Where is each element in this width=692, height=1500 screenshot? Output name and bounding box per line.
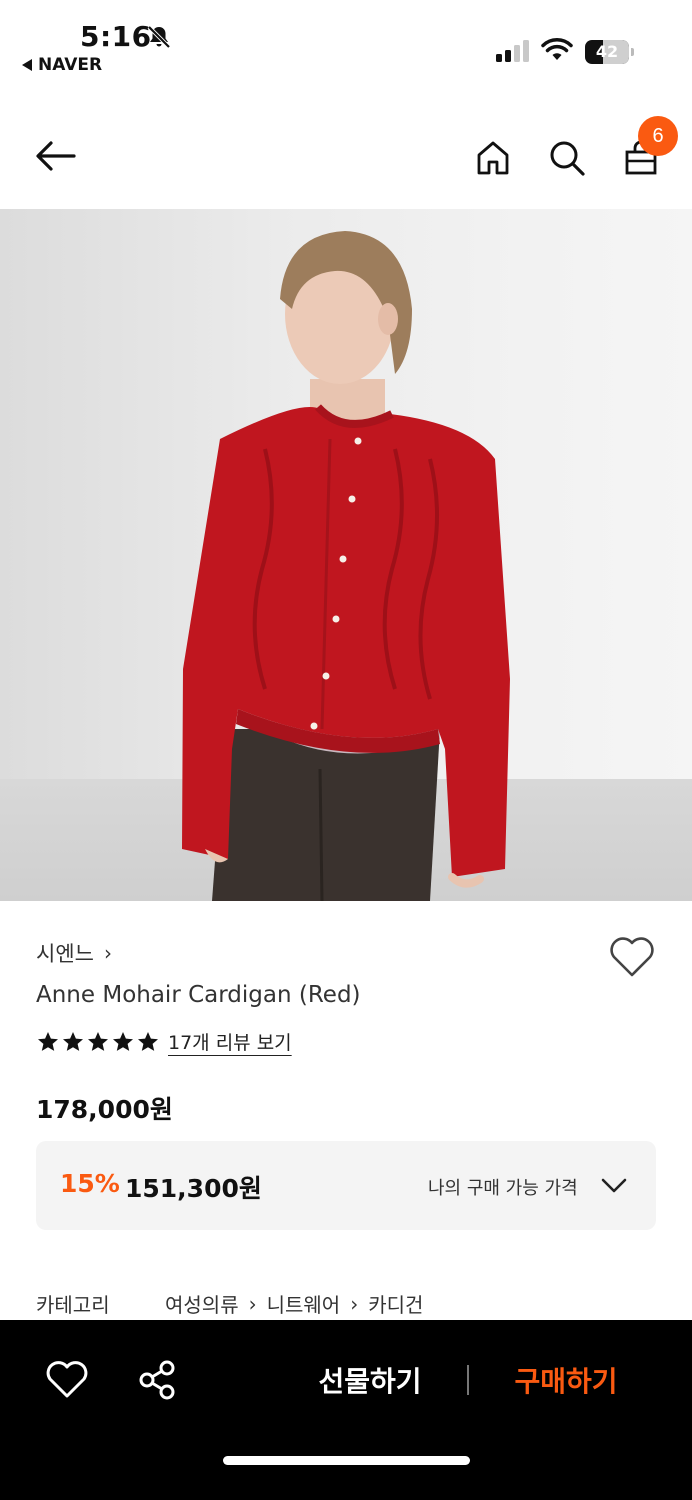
brand-name: 시엔느 [36,942,94,966]
home-icon [477,141,509,175]
buy-button[interactable]: 구매하기 [496,1358,636,1406]
wishlist-heart-icon[interactable] [45,1360,89,1400]
top-navigation [0,110,692,206]
star-icon [138,1031,158,1051]
back-button[interactable] [32,132,80,180]
category-level-2[interactable]: 니트웨어 [267,1289,341,1318]
discount-percent: 15% [60,1169,120,1198]
category-breadcrumb: 여성의류 › 니트웨어 › 카디건 [165,1289,423,1318]
my-price-label: 나의 구매 가능 가격 [428,1178,578,1199]
star-icon [63,1031,83,1051]
star-rating [36,1030,160,1054]
category-label: 카테고리 [36,1293,110,1317]
back-to-app-link[interactable]: NAVER [22,55,102,75]
discount-price: 151,300원 [125,1174,262,1203]
wishlist-heart-icon[interactable] [608,935,656,979]
chevron-right-icon: › [103,941,112,965]
battery-percent: 42 [595,42,619,61]
chevron-right-icon: › [350,1291,359,1316]
search-button[interactable] [543,134,591,182]
status-bar: 5:16 NAVER 42 [0,0,692,90]
category-level-1[interactable]: 여성의류 [165,1289,239,1318]
share-icon[interactable] [137,1359,177,1401]
star-icon [38,1031,58,1051]
battery-indicator: 42 [585,40,635,64]
back-app-label: NAVER [38,55,103,75]
product-title: Anne Mohair Cardigan (Red) [36,982,361,1008]
home-button[interactable] [469,134,517,182]
brand-link[interactable]: 시엔느 › [36,938,112,968]
product-image[interactable] [0,209,692,901]
review-link[interactable]: 17개 리뷰 보기 [168,1028,292,1055]
wifi-icon [541,38,573,60]
search-icon [550,141,585,176]
my-price-dropdown[interactable]: 15% 151,300원 나의 구매 가능 가격 [36,1141,656,1230]
star-icon [88,1031,108,1051]
cellular-signal-icon [496,40,529,62]
gift-button[interactable]: 선물하기 [300,1358,440,1406]
chevron-right-icon: › [248,1291,257,1316]
product-photo-illustration [0,231,692,901]
home-indicator[interactable] [223,1456,470,1465]
battery-tip [631,48,634,56]
battery-body: 42 [585,40,629,64]
back-triangle-icon [22,59,32,71]
star-icon [113,1031,133,1051]
bottom-action-bar: 선물하기 구매하기 [0,1320,692,1500]
chevron-down-icon [601,1178,627,1193]
status-time: 5:16 [80,20,152,53]
cart-count-badge: 6 [638,116,678,156]
bell-off-icon [147,25,171,49]
rating-row: 17개 리뷰 보기 [36,1028,292,1055]
back-arrow-icon [36,141,76,171]
original-price: 178,000원 [36,1095,173,1124]
divider [467,1365,469,1395]
category-level-3[interactable]: 카디건 [368,1289,423,1318]
